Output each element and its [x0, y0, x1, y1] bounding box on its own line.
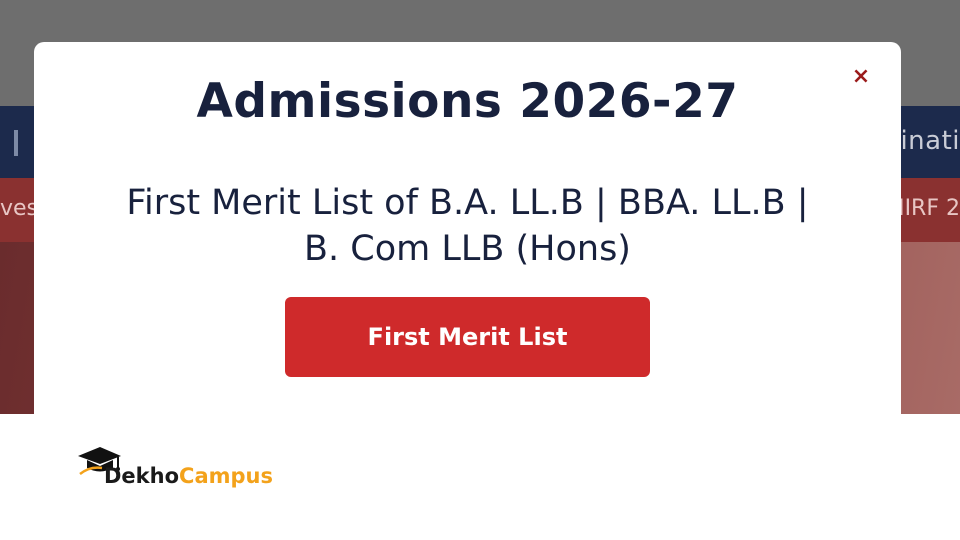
first-merit-list-button[interactable]: First Merit List [285, 297, 650, 377]
modal-title: Admissions 2026-27 [196, 74, 739, 129]
logo-word-campus: Campus [179, 464, 273, 488]
logo-wordmark: DekhoCampus [104, 464, 273, 488]
nav-item-fragment: inati [900, 126, 960, 156]
ticker-text-left: ves [0, 196, 39, 221]
dekhocampus-logo: DekhoCampus [74, 446, 274, 492]
subtitle-line-2: B. Com LLB (Hons) [304, 229, 631, 269]
modal-subtitle: First Merit List of B.A. LL.B | BBA. LL.… [40, 180, 895, 272]
subtitle-line-1: First Merit List of B.A. LL.B | BBA. LL.… [126, 183, 809, 223]
logo-word-dekho: Dekho [104, 464, 180, 488]
page: inati ves NIRF 2 × Admissions 2026-27 Fi… [0, 0, 960, 540]
nav-divider [14, 130, 18, 156]
